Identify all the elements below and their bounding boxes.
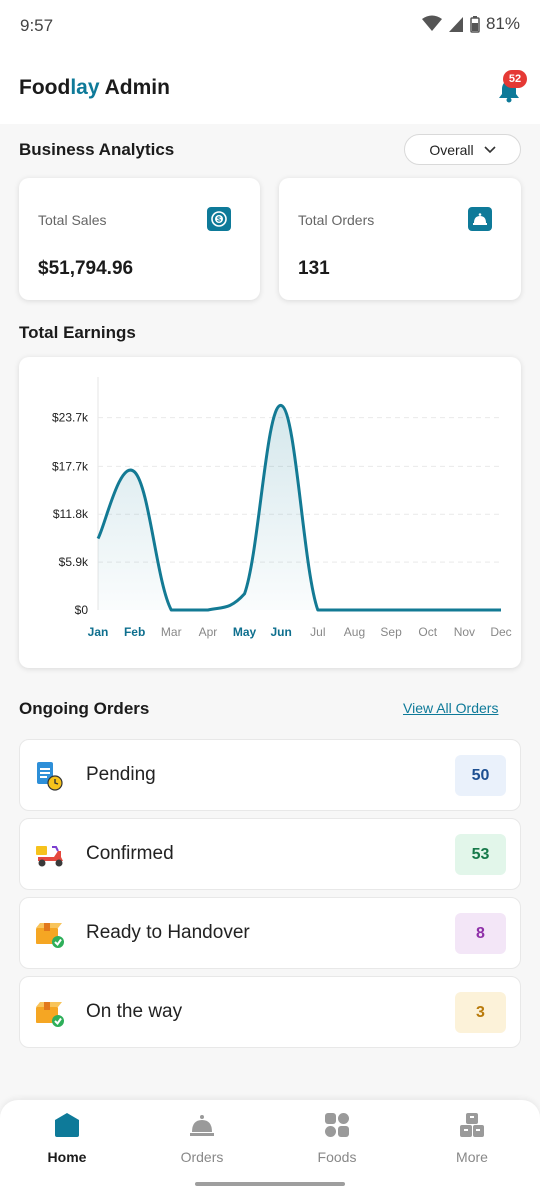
x-tick-label: Jul (310, 625, 325, 639)
total-sales-value: $51,794.96 (38, 258, 134, 279)
nav-orders[interactable]: Orders (157, 1112, 247, 1165)
home-icon (55, 1113, 79, 1137)
notification-badge: 52 (503, 70, 527, 88)
battery-percent: 81% (485, 14, 520, 33)
x-tick-label: May (233, 625, 257, 639)
y-tick-label: $5.9k (59, 555, 89, 569)
ongoing-orders-title: Ongoing Orders (19, 699, 150, 718)
x-tick-label: Dec (490, 625, 511, 639)
order-status-label: Pending (86, 764, 156, 785)
order-status-label: Ready to Handover (86, 922, 250, 943)
view-all-orders-link[interactable]: View All Orders (403, 700, 498, 716)
signal-icon (448, 17, 463, 32)
service-bell-icon (190, 1115, 214, 1136)
nav-foods[interactable]: Foods (292, 1112, 382, 1165)
analytics-filter-dropdown[interactable]: Overall (404, 134, 521, 165)
order-count-badge: 8 (455, 913, 506, 954)
x-tick-label: Apr (199, 625, 218, 639)
total-earnings-title: Total Earnings (19, 323, 136, 342)
order-count-badge: 53 (455, 834, 506, 875)
x-tick-label: Jun (271, 625, 292, 639)
x-tick-label: Jan (88, 625, 109, 639)
x-tick-label: Oct (418, 625, 437, 639)
total-sales-label: Total Sales (38, 212, 107, 228)
y-tick-label: $17.7k (52, 459, 89, 473)
order-count-badge: 50 (455, 755, 506, 796)
dollar-icon: $ (207, 207, 231, 231)
total-orders-value: 131 (298, 258, 330, 279)
package-check-icon (36, 1002, 64, 1027)
earnings-chart: $0 $5.9k $11.8k $17.7k $23.7k Jan Feb Mar Apr May… (52, 377, 512, 639)
nav-more[interactable]: More (427, 1112, 517, 1165)
y-tick-label: $11.8k (53, 507, 89, 521)
more-icon (460, 1113, 484, 1137)
x-tick-label: Aug (344, 625, 365, 639)
order-count-badge: 3 (455, 992, 506, 1033)
home-indicator (195, 1182, 345, 1186)
status-icons: 81% (421, 14, 520, 34)
x-tick-label: Sep (380, 625, 402, 639)
chevron-down-icon (484, 145, 496, 153)
app-logo-title: Foodlay Admin (19, 76, 170, 99)
total-sales-card[interactable]: Total Sales $ $51,794.96 (19, 178, 260, 300)
x-tick-label: Mar (161, 625, 182, 639)
grid-icon (325, 1113, 349, 1137)
svg-text:$: $ (217, 217, 221, 224)
y-tick-label: $0 (75, 603, 89, 617)
delivery-scooter-icon (36, 846, 63, 867)
order-status-label: On the way (86, 1001, 183, 1022)
business-analytics-title: Business Analytics (19, 140, 175, 159)
order-status-label: Confirmed (86, 843, 174, 864)
status-bar: 9:57 81% (0, 0, 540, 52)
nav-home[interactable]: Home (22, 1112, 112, 1165)
filter-value: Overall (429, 141, 474, 158)
earnings-chart-card: $0 $5.9k $11.8k $17.7k $23.7k Jan Feb Mar Apr May… (19, 357, 521, 668)
status-time: 9:57 (20, 16, 54, 35)
total-orders-label: Total Orders (298, 212, 375, 228)
total-orders-card[interactable]: Total Orders 131 (279, 178, 521, 300)
order-status-on-the-way[interactable]: On the way 3 (19, 976, 521, 1048)
order-status-confirmed[interactable]: Confirmed 53 (19, 818, 521, 890)
package-check-icon (36, 923, 64, 948)
app-header: Foodlay Admin 52 (0, 52, 540, 124)
earnings-area-fill (98, 405, 501, 610)
y-tick-label: $23.7k (52, 411, 89, 425)
order-status-pending[interactable]: Pending 50 (19, 739, 521, 811)
x-tick-label: Feb (124, 625, 145, 639)
service-bell-icon (468, 207, 492, 231)
pending-document-icon (37, 762, 63, 791)
battery-icon (470, 16, 480, 33)
x-tick-label: Nov (454, 625, 475, 639)
order-status-ready-to-handover[interactable]: Ready to Handover 8 (19, 897, 521, 969)
wifi-icon (421, 15, 442, 31)
